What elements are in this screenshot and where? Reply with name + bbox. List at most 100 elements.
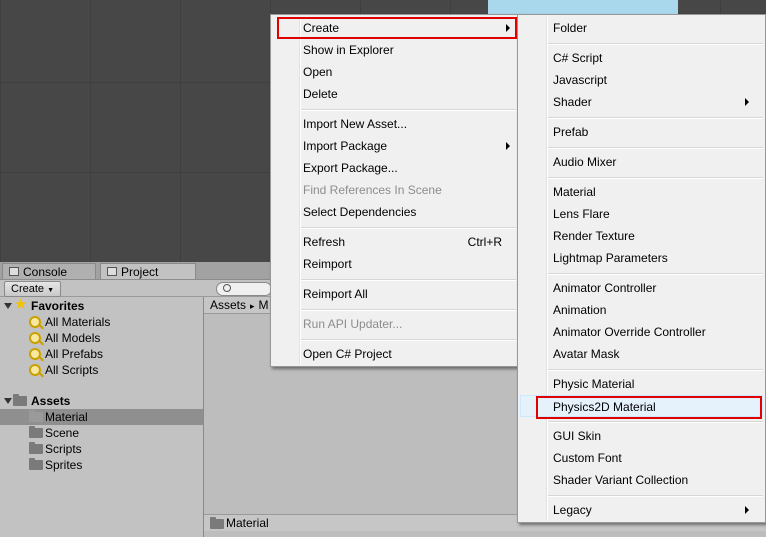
- menu-item-open[interactable]: Open: [273, 61, 516, 83]
- menu-separator: [548, 273, 763, 275]
- menu-item-shader-variant-collection[interactable]: Shader Variant Collection: [520, 469, 763, 491]
- menu-item-refresh[interactable]: Refresh Ctrl+R: [273, 231, 516, 253]
- menu-item-label: GUI Skin: [553, 429, 602, 443]
- folder-icon: [29, 458, 43, 470]
- menu-item-label: Physic Material: [553, 377, 635, 391]
- tree-item-label: All Materials: [45, 315, 111, 329]
- menu-item-label: Audio Mixer: [553, 155, 617, 169]
- menu-item-label: Javascript: [553, 73, 608, 87]
- menu-item-label: Refresh: [303, 235, 346, 249]
- menu-item-shader[interactable]: Shader: [520, 91, 763, 113]
- folder-icon: [29, 426, 43, 438]
- menu-item-animator-controller[interactable]: Animator Controller: [520, 277, 763, 299]
- tab-console-label: Console: [23, 265, 68, 279]
- menu-item-javascript[interactable]: Javascript: [520, 69, 763, 91]
- menu-item-label: Open C# Project: [303, 347, 392, 361]
- menu-item-folder[interactable]: Folder: [520, 17, 763, 39]
- tree-item-label: All Prefabs: [45, 347, 104, 361]
- expand-triangle-icon: [4, 303, 12, 309]
- menu-separator: [301, 309, 516, 311]
- menu-item-create[interactable]: Create: [273, 17, 516, 39]
- menu-item-physics2d-material[interactable]: Physics2D Material: [520, 395, 763, 417]
- menu-item-label: Reimport: [303, 257, 352, 271]
- menu-item-label: Delete: [303, 87, 338, 101]
- menu-item-lightmap-parameters[interactable]: Lightmap Parameters: [520, 247, 763, 269]
- tab-project[interactable]: Project: [100, 263, 196, 279]
- menu-separator: [548, 177, 763, 179]
- menu-item-show-in-explorer[interactable]: Show in Explorer: [273, 39, 516, 61]
- menu-separator: [548, 147, 763, 149]
- menu-item-custom-font[interactable]: Custom Font: [520, 447, 763, 469]
- menu-item-run-api-updater: Run API Updater...: [273, 313, 516, 335]
- menu-item-audio-mixer[interactable]: Audio Mixer: [520, 151, 763, 173]
- menu-item-label: Show in Explorer: [303, 43, 394, 57]
- menu-item-reimport-all[interactable]: Reimport All: [273, 283, 516, 305]
- tree-item-label: Sprites: [45, 458, 83, 472]
- menu-item-label: Lens Flare: [553, 207, 610, 221]
- menu-item-gui-skin[interactable]: GUI Skin: [520, 425, 763, 447]
- menu-item-avatar-mask[interactable]: Avatar Mask: [520, 343, 763, 365]
- search-input[interactable]: [216, 282, 272, 296]
- menu-separator: [301, 279, 516, 281]
- menu-item-animator-override-controller[interactable]: Animator Override Controller: [520, 321, 763, 343]
- star-icon: ★: [14, 296, 28, 313]
- tab-console[interactable]: Console: [2, 263, 96, 279]
- menu-item-label: Physics2D Material: [553, 400, 656, 414]
- menu-separator: [301, 339, 516, 341]
- menu-item-label: Open: [303, 65, 333, 79]
- tree-item-label: All Scripts: [45, 363, 99, 377]
- search-filter-icon: [29, 316, 41, 328]
- tree-item-folder-selected[interactable]: Material: [0, 409, 203, 425]
- folder-icon: [29, 442, 43, 454]
- menu-item-lens-flare[interactable]: Lens Flare: [520, 203, 763, 225]
- menu-item-label: Lightmap Parameters: [553, 251, 668, 265]
- menu-item-label: Animation: [553, 303, 607, 317]
- menu-item-label: Run API Updater...: [303, 317, 403, 331]
- breadcrumb-current[interactable]: M: [259, 298, 269, 312]
- menu-item-label: Legacy: [553, 503, 592, 517]
- search-icon: [223, 284, 231, 292]
- menu-item-label: Create: [303, 21, 340, 35]
- tree-item-label: All Models: [45, 331, 101, 345]
- search-filter-icon: [29, 348, 41, 360]
- context-menu: Create Show in Explorer Open Delete Impo…: [270, 14, 519, 367]
- search-filter-icon: [29, 364, 41, 376]
- menu-item-render-texture[interactable]: Render Texture: [520, 225, 763, 247]
- menu-item-label: Prefab: [553, 125, 589, 139]
- menu-separator: [548, 43, 763, 45]
- menu-item-label: Folder: [553, 21, 588, 35]
- menu-item-open-csharp-project[interactable]: Open C# Project: [273, 343, 516, 365]
- tree-item-label: Scripts: [45, 442, 82, 456]
- menu-item-material[interactable]: Material: [520, 181, 763, 203]
- tab-project-label: Project: [121, 265, 159, 279]
- menu-item-import-package[interactable]: Import Package: [273, 135, 516, 157]
- menu-separator: [301, 109, 516, 111]
- menu-item-select-dependencies[interactable]: Select Dependencies: [273, 201, 516, 223]
- folder-icon: [29, 410, 43, 422]
- folder-icon: [210, 517, 224, 529]
- menu-item-label: Custom Font: [553, 451, 622, 465]
- shortcut-label: Ctrl+R: [467, 235, 502, 249]
- scene-object[interactable]: [488, 0, 678, 14]
- menu-item-legacy[interactable]: Legacy: [520, 499, 763, 521]
- menu-item-label: Reimport All: [303, 287, 368, 301]
- menu-item-prefab[interactable]: Prefab: [520, 121, 763, 143]
- status-path: Material: [226, 516, 269, 530]
- menu-item-label: Import New Asset...: [303, 117, 408, 131]
- submenu-arrow-icon: [745, 98, 749, 106]
- menu-item-animation[interactable]: Animation: [520, 299, 763, 321]
- menu-item-label: Shader Variant Collection: [553, 473, 689, 487]
- menu-item-label: Shader: [553, 95, 592, 109]
- menu-item-delete[interactable]: Delete: [273, 83, 516, 105]
- menu-item-reimport[interactable]: Reimport: [273, 253, 516, 275]
- menu-item-physic-material[interactable]: Physic Material: [520, 373, 763, 395]
- submenu-arrow-icon: [506, 24, 510, 32]
- menu-item-export-package[interactable]: Export Package...: [273, 157, 516, 179]
- submenu-arrow-icon: [745, 506, 749, 514]
- menu-item-csharp-script[interactable]: C# Script: [520, 47, 763, 69]
- menu-item-label: Avatar Mask: [553, 347, 620, 361]
- menu-separator: [548, 421, 763, 423]
- create-button[interactable]: Create ▼: [4, 281, 62, 297]
- menu-item-import-new-asset[interactable]: Import New Asset...: [273, 113, 516, 135]
- breadcrumb-assets[interactable]: Assets: [210, 298, 246, 312]
